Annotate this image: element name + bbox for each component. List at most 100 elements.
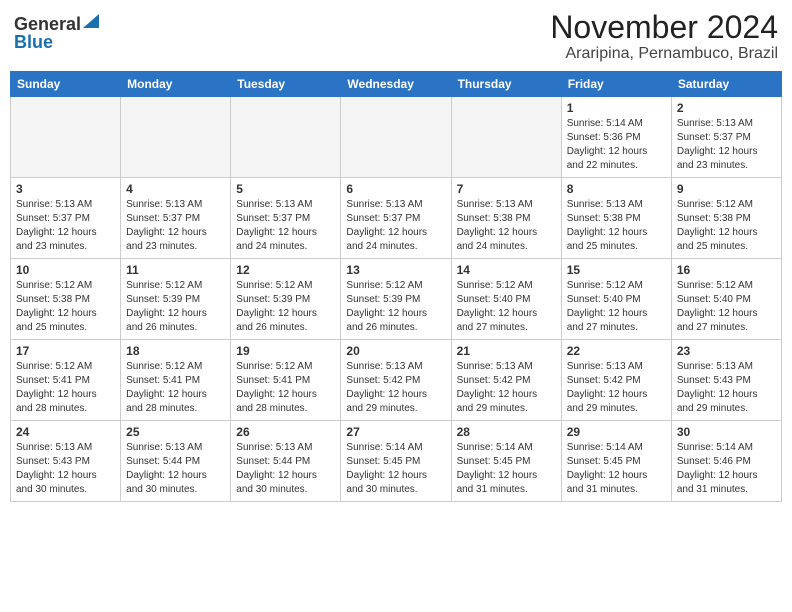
month-title: November 2024	[550, 10, 778, 45]
day-info: Sunrise: 5:13 AMSunset: 5:38 PMDaylight:…	[457, 198, 556, 254]
calendar-cell: 4Sunrise: 5:13 AMSunset: 5:37 PMDaylight…	[121, 178, 231, 259]
calendar-cell: 26 Sunrise: 5:13 AMSunset: 5:44 PMDayligh…	[231, 421, 341, 502]
day-info: Sunrise: 5:12 AMSunset: 5:41 PMDaylight:…	[126, 360, 225, 416]
day-number: 28	[457, 425, 556, 439]
day-number: 10	[16, 263, 115, 277]
weekday-header: Thursday	[451, 72, 561, 97]
calendar-cell: 5Sunrise: 5:13 AMSunset: 5:37 PMDaylight…	[231, 178, 341, 259]
calendar-cell: 30Sunrise: 5:14 AMSunset: 5:46 PMDayligh…	[671, 421, 781, 502]
day-number: 23	[677, 344, 776, 358]
day-info: Sunrise: 5:13 AMSunset: 5:37 PMDaylight:…	[346, 198, 445, 254]
calendar-cell	[231, 97, 341, 178]
calendar-week-row: 10 Sunrise: 5:12 AMSunset: 5:38 PMDayligh…	[11, 259, 782, 340]
day-info: Sunrise: 5:12 AMSunset: 5:40 PMDaylight:…	[677, 279, 776, 335]
calendar-cell: 17Sunrise: 5:12 AMSunset: 5:41 PMDayligh…	[11, 340, 121, 421]
weekday-header: Tuesday	[231, 72, 341, 97]
day-number: 17	[16, 344, 115, 358]
calendar-cell: 15 Sunrise: 5:12 AMSunset: 5:40 PMDayligh…	[561, 259, 671, 340]
day-info: Sunrise: 5:13 AMSunset: 5:42 PMDaylight:…	[346, 360, 445, 416]
calendar-cell: 7Sunrise: 5:13 AMSunset: 5:38 PMDaylight…	[451, 178, 561, 259]
weekday-header: Friday	[561, 72, 671, 97]
calendar-cell: 12Sunrise: 5:12 AMSunset: 5:39 PMDayligh…	[231, 259, 341, 340]
calendar-cell: 19Sunrise: 5:12 AMSunset: 5:41 PMDayligh…	[231, 340, 341, 421]
calendar-cell: 29 Sunrise: 5:14 AMSunset: 5:45 PMDayligh…	[561, 421, 671, 502]
day-info: Sunrise: 5:12 AMSunset: 5:39 PMDaylight:…	[346, 279, 445, 335]
calendar-cell: 23 Sunrise: 5:13 AMSunset: 5:43 PMDayligh…	[671, 340, 781, 421]
day-info: Sunrise: 5:12 AMSunset: 5:38 PMDaylight:…	[677, 198, 776, 254]
day-number: 27	[346, 425, 445, 439]
day-info: Sunrise: 5:13 AMSunset: 5:37 PMDaylight:…	[677, 117, 776, 173]
day-number: 26	[236, 425, 335, 439]
day-number: 3	[16, 182, 115, 196]
day-info: Sunrise: 5:14 AMSunset: 5:45 PMDaylight:…	[346, 441, 445, 497]
calendar-cell: 10 Sunrise: 5:12 AMSunset: 5:38 PMDayligh…	[11, 259, 121, 340]
day-info: Sunrise: 5:13 AMSunset: 5:42 PMDaylight:…	[567, 360, 666, 416]
day-info: Sunrise: 5:13 AMSunset: 5:38 PMDaylight:…	[567, 198, 666, 254]
day-info: Sunrise: 5:12 AMSunset: 5:40 PMDaylight:…	[567, 279, 666, 335]
calendar-week-row: 3 Sunrise: 5:13 AMSunset: 5:37 PMDaylight…	[11, 178, 782, 259]
day-info: Sunrise: 5:13 AMSunset: 5:43 PMDaylight:…	[677, 360, 776, 416]
day-number: 14	[457, 263, 556, 277]
day-info: Sunrise: 5:12 AMSunset: 5:38 PMDaylight:…	[16, 279, 115, 335]
logo-general-text: General	[14, 15, 81, 33]
calendar-cell: 16 Sunrise: 5:12 AMSunset: 5:40 PMDayligh…	[671, 259, 781, 340]
calendar-cell: 21Sunrise: 5:13 AMSunset: 5:42 PMDayligh…	[451, 340, 561, 421]
day-number: 15	[567, 263, 666, 277]
calendar-cell: 20 Sunrise: 5:13 AMSunset: 5:42 PMDayligh…	[341, 340, 451, 421]
calendar-cell: 24Sunrise: 5:13 AMSunset: 5:43 PMDayligh…	[11, 421, 121, 502]
calendar-cell: 14 Sunrise: 5:12 AMSunset: 5:40 PMDayligh…	[451, 259, 561, 340]
calendar-table: SundayMondayTuesdayWednesdayThursdayFrid…	[10, 71, 782, 502]
day-number: 5	[236, 182, 335, 196]
calendar-cell	[451, 97, 561, 178]
day-info: Sunrise: 5:14 AMSunset: 5:45 PMDaylight:…	[567, 441, 666, 497]
day-number: 20	[346, 344, 445, 358]
day-info: Sunrise: 5:13 AMSunset: 5:37 PMDaylight:…	[126, 198, 225, 254]
day-number: 1	[567, 101, 666, 115]
calendar-cell: 22 Sunrise: 5:13 AMSunset: 5:42 PMDayligh…	[561, 340, 671, 421]
logo-icon	[83, 14, 99, 28]
calendar-cell: 13 Sunrise: 5:12 AMSunset: 5:39 PMDayligh…	[341, 259, 451, 340]
day-info: Sunrise: 5:12 AMSunset: 5:40 PMDaylight:…	[457, 279, 556, 335]
calendar-cell: 9 Sunrise: 5:12 AMSunset: 5:38 PMDaylight…	[671, 178, 781, 259]
calendar-cell: 1 Sunrise: 5:14 AMSunset: 5:36 PMDaylight…	[561, 97, 671, 178]
day-info: Sunrise: 5:14 AMSunset: 5:45 PMDaylight:…	[457, 441, 556, 497]
calendar-cell	[341, 97, 451, 178]
day-info: Sunrise: 5:14 AMSunset: 5:36 PMDaylight:…	[567, 117, 666, 173]
day-number: 22	[567, 344, 666, 358]
calendar-cell: 27 Sunrise: 5:14 AMSunset: 5:45 PMDayligh…	[341, 421, 451, 502]
day-number: 12	[236, 263, 335, 277]
weekday-header: Sunday	[11, 72, 121, 97]
day-number: 29	[567, 425, 666, 439]
calendar-week-row: 17 Sunrise: 5:12 AMSunset: 5:41 PMDayligh…	[11, 340, 782, 421]
day-info: Sunrise: 5:13 AMSunset: 5:37 PMDaylight:…	[16, 198, 115, 254]
calendar-cell: 8 Sunrise: 5:13 AMSunset: 5:38 PMDaylight…	[561, 178, 671, 259]
day-number: 13	[346, 263, 445, 277]
calendar-cell: 25 Sunrise: 5:13 AMSunset: 5:44 PMDayligh…	[121, 421, 231, 502]
day-number: 16	[677, 263, 776, 277]
title-block: November 2024 Araripina, Pernambuco, Bra…	[550, 10, 778, 63]
day-info: Sunrise: 5:13 AMSunset: 5:44 PMDaylight:…	[236, 441, 335, 497]
calendar-week-row: 1 Sunrise: 5:14 AMSunset: 5:36 PMDaylight…	[11, 97, 782, 178]
calendar-week-row: 24Sunrise: 5:13 AMSunset: 5:43 PMDayligh…	[11, 421, 782, 502]
day-number: 11	[126, 263, 225, 277]
weekday-header: Wednesday	[341, 72, 451, 97]
day-number: 9	[677, 182, 776, 196]
calendar-cell: 2 Sunrise: 5:13 AMSunset: 5:37 PMDaylight…	[671, 97, 781, 178]
day-number: 25	[126, 425, 225, 439]
logo-blue-text: Blue	[14, 33, 53, 51]
day-info: Sunrise: 5:13 AMSunset: 5:44 PMDaylight:…	[126, 441, 225, 497]
weekday-header: Monday	[121, 72, 231, 97]
day-number: 6	[346, 182, 445, 196]
day-number: 8	[567, 182, 666, 196]
page-header: General Blue November 2024 Araripina, Pe…	[10, 10, 782, 63]
day-info: Sunrise: 5:12 AMSunset: 5:41 PMDaylight:…	[236, 360, 335, 416]
calendar-header-row: SundayMondayTuesdayWednesdayThursdayFrid…	[11, 72, 782, 97]
day-number: 18	[126, 344, 225, 358]
day-info: Sunrise: 5:12 AMSunset: 5:39 PMDaylight:…	[126, 279, 225, 335]
calendar-cell	[121, 97, 231, 178]
day-number: 2	[677, 101, 776, 115]
calendar-cell: 28 Sunrise: 5:14 AMSunset: 5:45 PMDayligh…	[451, 421, 561, 502]
calendar-cell: 11 Sunrise: 5:12 AMSunset: 5:39 PMDayligh…	[121, 259, 231, 340]
calendar-cell: 6 Sunrise: 5:13 AMSunset: 5:37 PMDaylight…	[341, 178, 451, 259]
day-info: Sunrise: 5:14 AMSunset: 5:46 PMDaylight:…	[677, 441, 776, 497]
